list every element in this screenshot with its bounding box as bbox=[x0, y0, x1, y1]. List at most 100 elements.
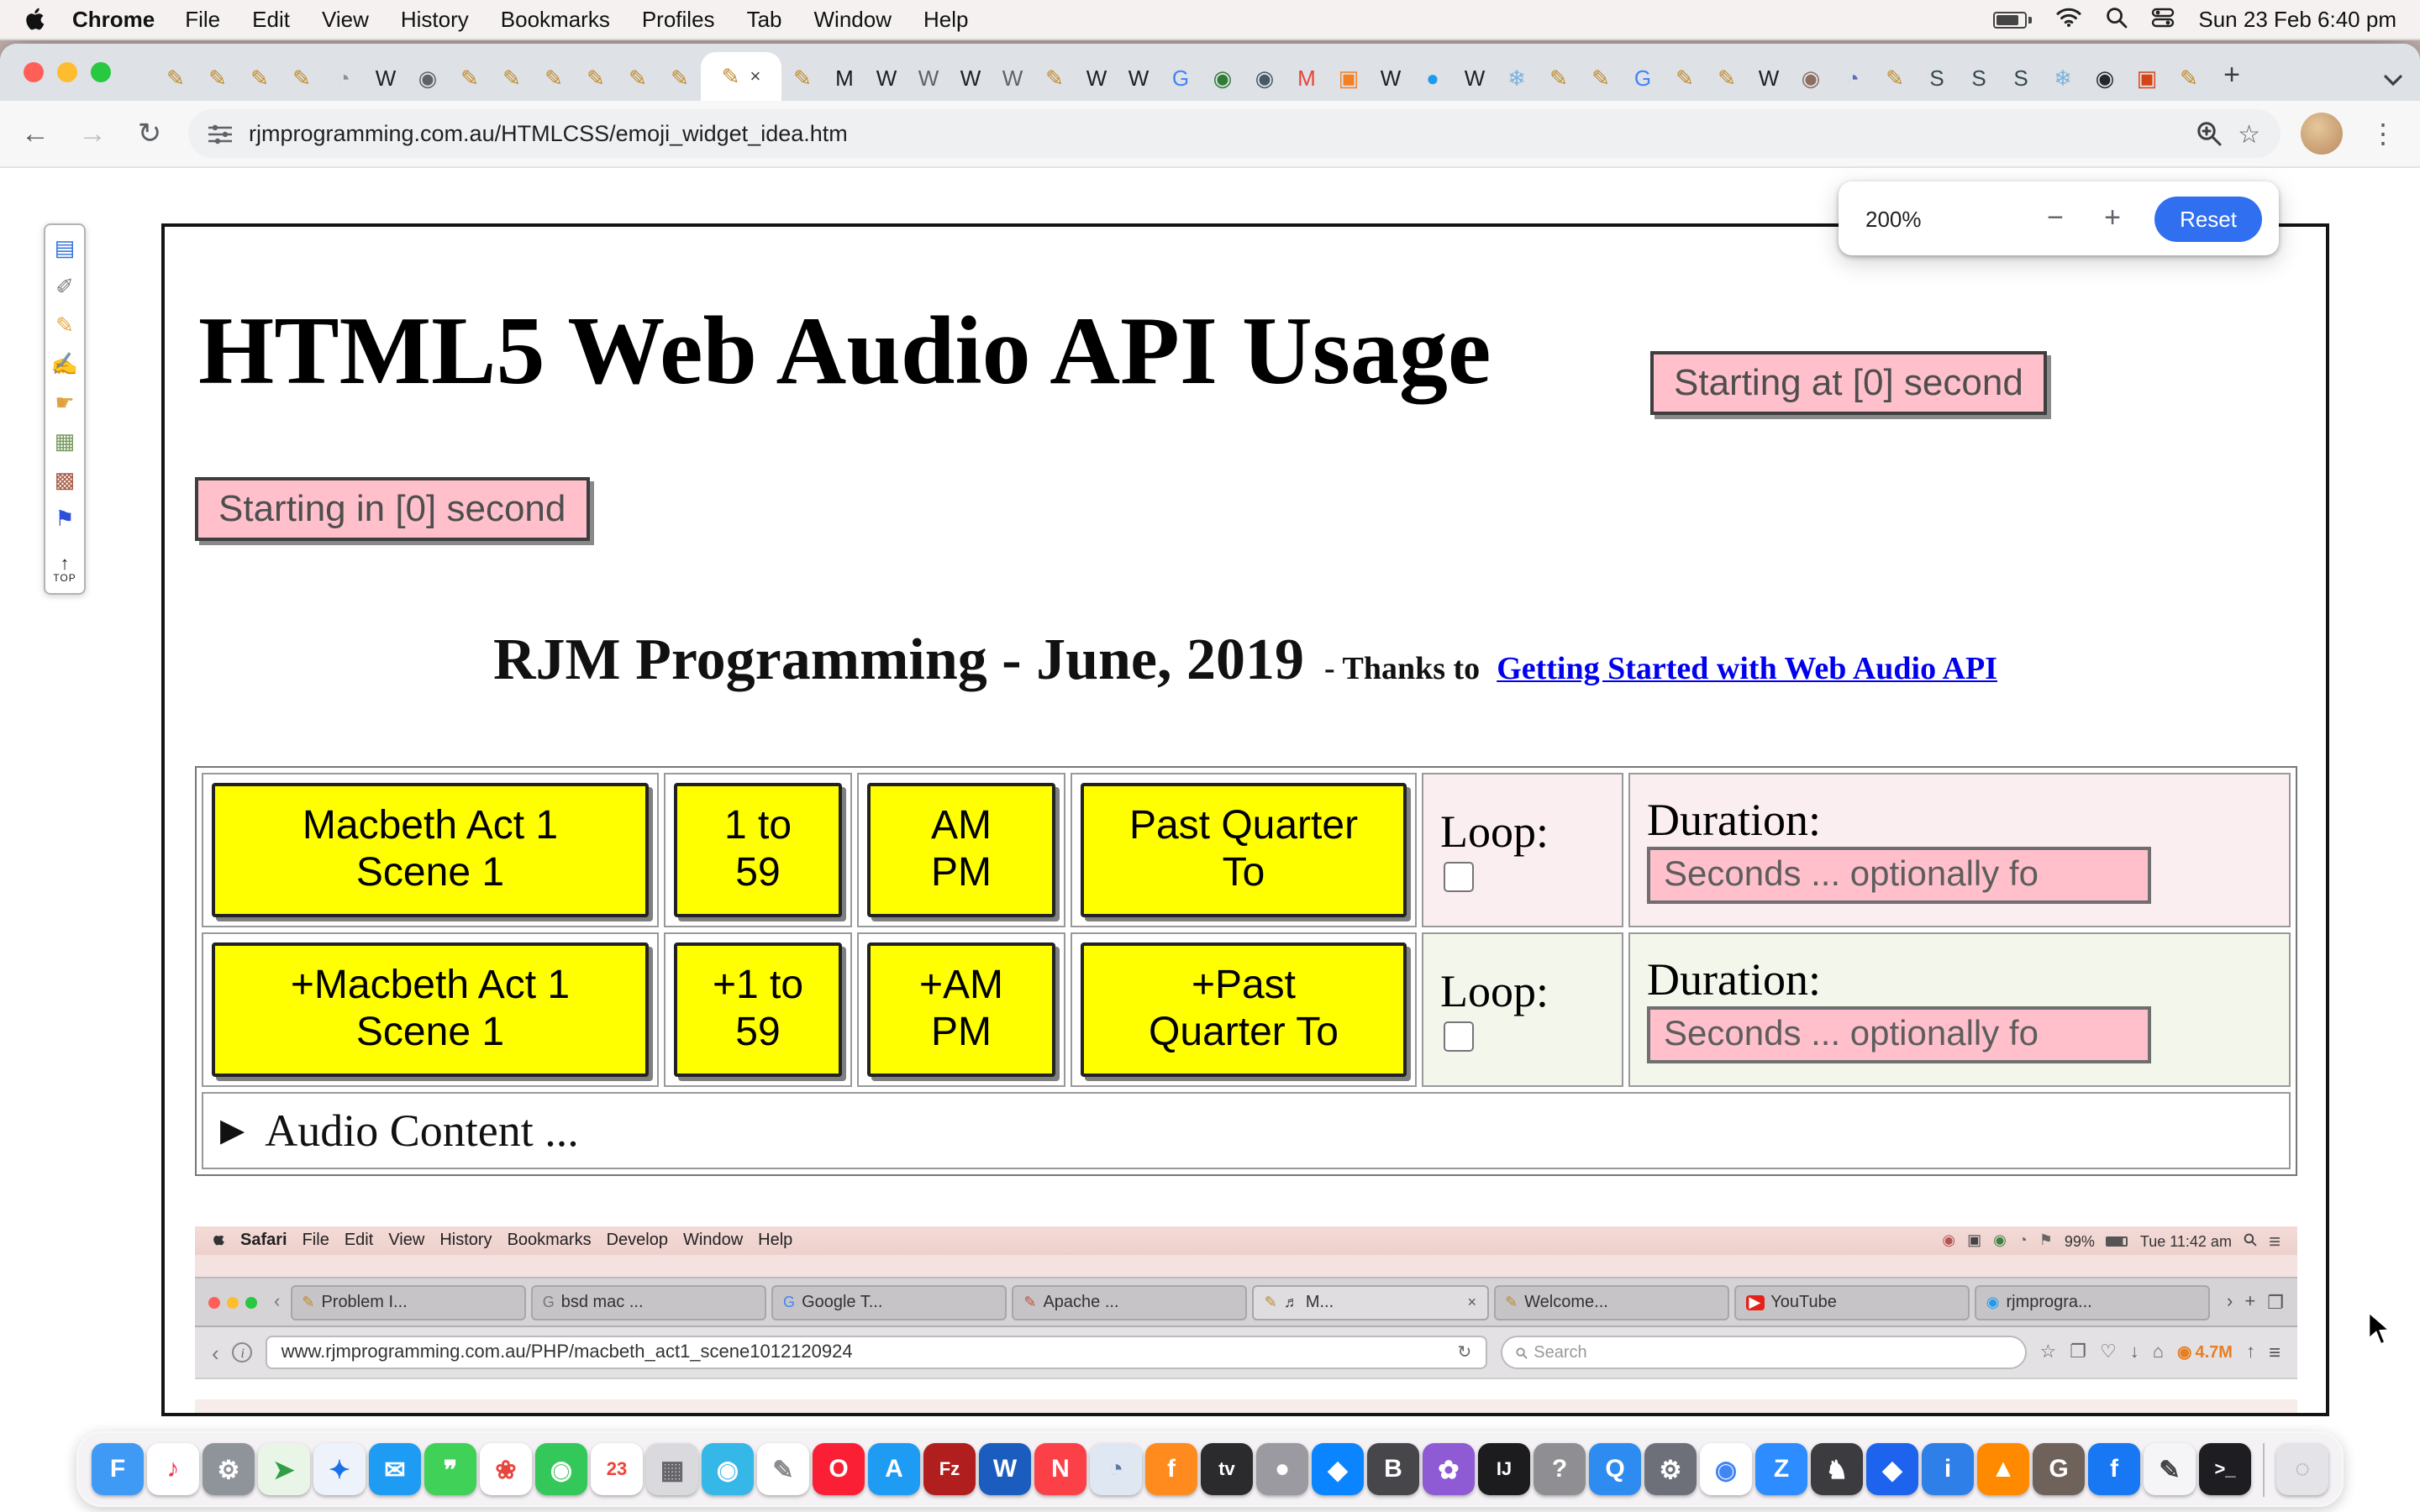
tab-search-chevron-icon[interactable] bbox=[2383, 74, 2403, 87]
menubar-app-name[interactable]: Chrome bbox=[72, 7, 155, 32]
spotlight-icon[interactable] bbox=[2106, 6, 2128, 33]
macbeth-button[interactable]: Macbeth Act 1 Scene 1 bbox=[212, 783, 649, 917]
bookmark-star-icon[interactable]: ☆ bbox=[2238, 118, 2260, 149]
dock-icon-photos[interactable]: ❀ bbox=[480, 1443, 532, 1495]
browser-tab[interactable]: ✎ bbox=[155, 54, 197, 101]
web-audio-api-link[interactable]: Getting Started with Web Audio API bbox=[1497, 652, 1997, 687]
paint-tool-icon[interactable]: ✐ bbox=[55, 276, 74, 297]
browser-tab[interactable]: M bbox=[823, 54, 865, 101]
browser-tab[interactable]: ✎ bbox=[1538, 54, 1580, 101]
dock-icon-settings[interactable]: ⚙ bbox=[203, 1443, 255, 1495]
browser-tab[interactable]: ◉ bbox=[1202, 54, 1244, 101]
browser-tab[interactable]: G bbox=[1622, 54, 1664, 101]
dock-icon-filezilla[interactable]: Fz bbox=[923, 1443, 976, 1495]
one-to-59-button[interactable]: 1 to 59 bbox=[674, 783, 842, 917]
browser-tab[interactable]: ✎ bbox=[197, 54, 239, 101]
browser-tab[interactable]: ● bbox=[1412, 54, 1454, 101]
browser-tab[interactable]: W bbox=[1748, 54, 1790, 101]
dock-icon-launchpad[interactable]: ▦ bbox=[646, 1443, 698, 1495]
dock-icon-help[interactable]: ? bbox=[1534, 1443, 1586, 1495]
reload-button[interactable]: ↻ bbox=[131, 117, 168, 150]
site-info-tune-icon[interactable] bbox=[208, 123, 232, 144]
menubar-item-tab[interactable]: Tab bbox=[747, 7, 782, 32]
dock-icon-info-app[interactable]: i bbox=[1922, 1443, 1974, 1495]
browser-tab[interactable]: ✎ bbox=[239, 54, 281, 101]
add-duration-input[interactable] bbox=[1647, 1006, 2151, 1064]
active-tab[interactable]: ✎ × bbox=[701, 52, 781, 101]
duration-input[interactable] bbox=[1647, 847, 2151, 905]
address-bar[interactable]: rjmprogramming.com.au/HTMLCSS/emoji_widg… bbox=[188, 109, 2281, 158]
browser-tab[interactable]: ✎ bbox=[781, 54, 823, 101]
browser-tab[interactable]: M bbox=[1286, 54, 1328, 101]
browser-tab[interactable]: W bbox=[950, 54, 992, 101]
dock-icon-gray-app[interactable]: ● bbox=[1256, 1443, 1308, 1495]
fullscreen-window-button[interactable] bbox=[91, 62, 111, 82]
dock-icon-word[interactable]: W bbox=[979, 1443, 1031, 1495]
flag-icon[interactable]: ⚑ bbox=[55, 507, 74, 529]
browser-tab[interactable]: ✎ bbox=[1664, 54, 1706, 101]
browser-tab[interactable]: W bbox=[992, 54, 1034, 101]
browser-tab[interactable]: W bbox=[1454, 54, 1496, 101]
sidebar-top-link[interactable]: ↑ TOP bbox=[53, 555, 76, 585]
am-pm-button[interactable]: AM PM bbox=[867, 783, 1055, 917]
close-window-button[interactable] bbox=[24, 62, 44, 82]
dock-icon-dark-app[interactable]: ♞ bbox=[1811, 1443, 1863, 1495]
menubar-item-edit[interactable]: Edit bbox=[252, 7, 290, 32]
browser-tab[interactable]: W bbox=[1118, 54, 1160, 101]
browser-tab[interactable]: S bbox=[1958, 54, 2000, 101]
browser-tab[interactable]: ✎ bbox=[1706, 54, 1748, 101]
browser-tab[interactable]: ✎ bbox=[617, 54, 659, 101]
browser-tab[interactable]: ✎ bbox=[491, 54, 533, 101]
zoom-in-button[interactable]: + bbox=[2097, 202, 2128, 235]
audio-content-summary[interactable]: ▶ Audio Content ... bbox=[202, 1092, 2291, 1169]
dock-icon-music[interactable]: ♪ bbox=[147, 1443, 199, 1495]
browser-tab[interactable]: W bbox=[1076, 54, 1118, 101]
picture-frame-icon[interactable]: ▦ bbox=[55, 430, 76, 452]
browser-tab[interactable]: ✎ bbox=[2168, 54, 2210, 101]
dock-icon-zoom[interactable]: Z bbox=[1755, 1443, 1807, 1495]
books-icon[interactable]: ▤ bbox=[55, 237, 76, 259]
dock-icon-safari[interactable]: ✦ bbox=[313, 1443, 366, 1495]
browser-tab[interactable]: ▣ bbox=[2126, 54, 2168, 101]
dock-icon-calendar[interactable]: 23 bbox=[591, 1443, 643, 1495]
loop-checkbox[interactable] bbox=[1444, 862, 1474, 893]
menubar-item-bookmarks[interactable]: Bookmarks bbox=[501, 7, 610, 32]
dock-icon-blue-app[interactable]: ◆ bbox=[1312, 1443, 1364, 1495]
browser-tab[interactable]: ◔ bbox=[323, 54, 365, 101]
url-text[interactable]: rjmprogramming.com.au/HTMLCSS/emoji_widg… bbox=[249, 121, 2179, 146]
dock-icon-facetime[interactable]: ◉ bbox=[535, 1443, 587, 1495]
menubar-item-window[interactable]: Window bbox=[814, 7, 892, 32]
dock-icon-app-store[interactable]: A bbox=[868, 1443, 920, 1495]
browser-tab[interactable]: ✎ bbox=[281, 54, 323, 101]
add-macbeth-button[interactable]: +Macbeth Act 1 Scene 1 bbox=[212, 942, 649, 1077]
browser-tab[interactable]: S bbox=[2000, 54, 2042, 101]
dock-icon-mail[interactable]: ✉ bbox=[369, 1443, 421, 1495]
zoom-indicator-icon[interactable] bbox=[2196, 121, 2221, 146]
dock-icon-facebook[interactable]: f bbox=[2088, 1443, 2140, 1495]
pencil-icon[interactable]: ✎ bbox=[55, 314, 74, 336]
browser-tab[interactable]: ❄ bbox=[1496, 54, 1538, 101]
menubar-item-file[interactable]: File bbox=[185, 7, 220, 32]
browser-tab[interactable]: W bbox=[908, 54, 950, 101]
browser-tab[interactable]: W bbox=[865, 54, 908, 101]
browser-tab[interactable]: G bbox=[1160, 54, 1202, 101]
tab-close-icon[interactable]: × bbox=[750, 66, 760, 87]
browser-tab[interactable]: W bbox=[365, 54, 407, 101]
add-one-to-59-button[interactable]: +1 to 59 bbox=[674, 942, 842, 1077]
dock-icon-preview[interactable]: ◔ bbox=[1090, 1443, 1142, 1495]
menubar-clock[interactable]: Sun 23 Feb 6:40 pm bbox=[2198, 7, 2396, 32]
browser-tab[interactable]: ✎ bbox=[1034, 54, 1076, 101]
add-loop-checkbox[interactable] bbox=[1444, 1021, 1474, 1053]
control-center-icon[interactable] bbox=[2151, 6, 2175, 33]
dock-icon-textedit[interactable]: ✎ bbox=[757, 1443, 809, 1495]
browser-tab[interactable]: ✎ bbox=[1874, 54, 1916, 101]
dock-icon-vlc[interactable]: ▲ bbox=[1977, 1443, 2029, 1495]
add-past-quarter-to-button[interactable]: +Past Quarter To bbox=[1081, 942, 1407, 1077]
dock-icon-opera[interactable]: O bbox=[813, 1443, 865, 1495]
add-am-pm-button[interactable]: +AM PM bbox=[867, 942, 1055, 1077]
minimize-window-button[interactable] bbox=[57, 62, 77, 82]
wifi-icon[interactable] bbox=[2055, 7, 2082, 32]
dock-icon-news[interactable]: N bbox=[1034, 1443, 1086, 1495]
dock-icon-docker[interactable]: ◆ bbox=[1866, 1443, 1918, 1495]
past-quarter-to-button[interactable]: Past Quarter To bbox=[1081, 783, 1407, 917]
